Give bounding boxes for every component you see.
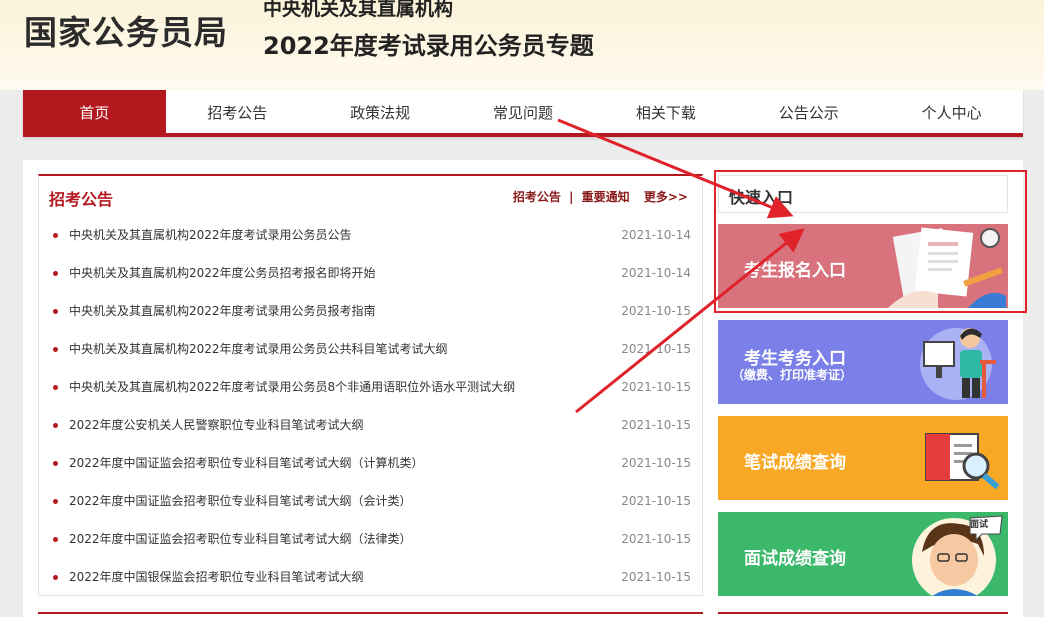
item-date: 2021-10-15: [621, 380, 691, 394]
item-title[interactable]: 2022年度公安机关人民警察职位专业科目笔试考试大纲: [69, 406, 364, 444]
list-item[interactable]: 中央机关及其直属机构2022年度考试录用公务员报考指南 2021-10-15: [39, 292, 702, 330]
item-date: 2021-10-15: [621, 456, 691, 470]
panel-tabs: 招考公告 | 重要通知 更多>>: [509, 188, 688, 205]
exam-affairs-entry-sublabel: （缴费、打印准考证）: [732, 368, 853, 382]
item-date: 2021-10-15: [621, 304, 691, 318]
candidate-avatar-icon: [912, 515, 1003, 596]
list-item[interactable]: 2022年度中国证监会招考职位专业科目笔试考试大纲（计算机类） 2021-10-1…: [39, 444, 702, 482]
header-subtitle-2: 2022年度考试录用公务员专题: [263, 32, 594, 60]
nav-item-faq[interactable]: 常见问题: [452, 90, 595, 133]
bullet-icon: [53, 309, 58, 314]
bullet-icon: [53, 347, 58, 352]
panel-divider: [718, 612, 1008, 614]
nav-item-downloads[interactable]: 相关下载: [594, 90, 737, 133]
item-title[interactable]: 中央机关及其直属机构2022年度考试录用公务员公告: [69, 216, 352, 254]
item-title[interactable]: 中央机关及其直属机构2022年度考试录用公务员8个非通用语职位外语水平测试大纲: [69, 368, 515, 406]
main-nav: 首页 招考公告 政策法规 常见问题 相关下载 公告公示 个人中心: [23, 90, 1023, 137]
tab-announcements[interactable]: 招考公告: [513, 190, 561, 204]
bullet-icon: [53, 537, 58, 542]
item-title[interactable]: 2022年度中国证监会招考职位专业科目笔试考试大纲（法律类）: [69, 520, 412, 558]
list-item[interactable]: 2022年度中国证监会招考职位专业科目笔试考试大纲（会计类） 2021-10-15: [39, 482, 702, 520]
item-title[interactable]: 2022年度中国证监会招考职位专业科目笔试考试大纲（计算机类）: [69, 444, 424, 482]
annotation-highlight-box: [714, 170, 1027, 313]
bullet-icon: [53, 271, 58, 276]
nav-item-personal-center[interactable]: 个人中心: [880, 90, 1023, 133]
item-date: 2021-10-14: [621, 266, 691, 280]
item-title[interactable]: 2022年度中国证监会招考职位专业科目笔试考试大纲（会计类）: [69, 482, 412, 520]
score-sheet-icon: [925, 433, 1000, 490]
item-date: 2021-10-15: [621, 418, 691, 432]
item-title[interactable]: 中央机关及其直属机构2022年度考试录用公务员公共科目笔试考试大纲: [69, 330, 448, 368]
nav-item-announcements[interactable]: 招考公告: [166, 90, 309, 133]
nav-item-notices[interactable]: 公告公示: [737, 90, 880, 133]
list-item[interactable]: 中央机关及其直属机构2022年度公务员招考报名即将开始 2021-10-14: [39, 254, 702, 292]
list-item[interactable]: 中央机关及其直属机构2022年度考试录用公务员公告 2021-10-14: [39, 216, 702, 254]
tab-separator: |: [569, 190, 574, 204]
list-item[interactable]: 2022年度中国银保监会招考职位专业科目笔试考试大纲 2021-10-15: [39, 558, 702, 596]
written-score-query-label: 笔试成绩查询: [744, 453, 846, 473]
item-title[interactable]: 2022年度中国银保监会招考职位专业科目笔试考试大纲: [69, 558, 364, 596]
bullet-icon: [53, 233, 58, 238]
site-logo[interactable]: 国家公务员局: [24, 6, 228, 54]
announcement-panel: 招考公告 招考公告 | 重要通知 更多>> 中央机关及其直属机构2022年度考试…: [38, 174, 703, 596]
interview-score-query-label: 面试成绩查询: [744, 549, 846, 569]
header-banner: 国家公务员局 中央机关及其直属机构 2022年度考试录用公务员专题: [0, 0, 1044, 90]
item-title[interactable]: 中央机关及其直属机构2022年度考试录用公务员报考指南: [69, 292, 376, 330]
nav-item-home[interactable]: 首页: [23, 90, 166, 133]
written-score-query-button[interactable]: 笔试成绩查询: [718, 416, 1008, 500]
header-subtitle-1: 中央机关及其直属机构: [263, 0, 454, 20]
list-item[interactable]: 中央机关及其直属机构2022年度考试录用公务员公共科目笔试考试大纲 2021-10…: [39, 330, 702, 368]
exam-affairs-entry-button[interactable]: 考生考务入口 （缴费、打印准考证）: [718, 320, 1008, 404]
interview-badge: 面试: [970, 520, 989, 530]
list-item[interactable]: 2022年度公安机关人民警察职位专业科目笔试考试大纲 2021-10-15: [39, 406, 702, 444]
nav-item-policies[interactable]: 政策法规: [309, 90, 452, 133]
more-link[interactable]: 更多>>: [644, 190, 688, 204]
panel-divider: [38, 612, 703, 614]
bullet-icon: [53, 461, 58, 466]
panel-title: 招考公告: [49, 190, 114, 209]
item-date: 2021-10-14: [621, 228, 691, 242]
person-at-computer-icon: [920, 328, 996, 400]
item-date: 2021-10-15: [621, 494, 691, 508]
tab-important-notices[interactable]: 重要通知: [582, 190, 630, 204]
item-date: 2021-10-15: [621, 342, 691, 356]
item-date: 2021-10-15: [621, 570, 691, 584]
bullet-icon: [53, 385, 58, 390]
list-item[interactable]: 2022年度中国证监会招考职位专业科目笔试考试大纲（法律类） 2021-10-15: [39, 520, 702, 558]
item-date: 2021-10-15: [621, 532, 691, 546]
bullet-icon: [53, 499, 58, 504]
bullet-icon: [53, 575, 58, 580]
interview-score-query-button[interactable]: 面试 面试成绩查询: [718, 512, 1008, 596]
list-item[interactable]: 中央机关及其直属机构2022年度考试录用公务员8个非通用语职位外语水平测试大纲 2…: [39, 368, 702, 406]
announcement-list: 中央机关及其直属机构2022年度考试录用公务员公告 2021-10-14 中央机关…: [39, 216, 702, 596]
bullet-icon: [53, 423, 58, 428]
item-title[interactable]: 中央机关及其直属机构2022年度公务员招考报名即将开始: [69, 254, 376, 292]
